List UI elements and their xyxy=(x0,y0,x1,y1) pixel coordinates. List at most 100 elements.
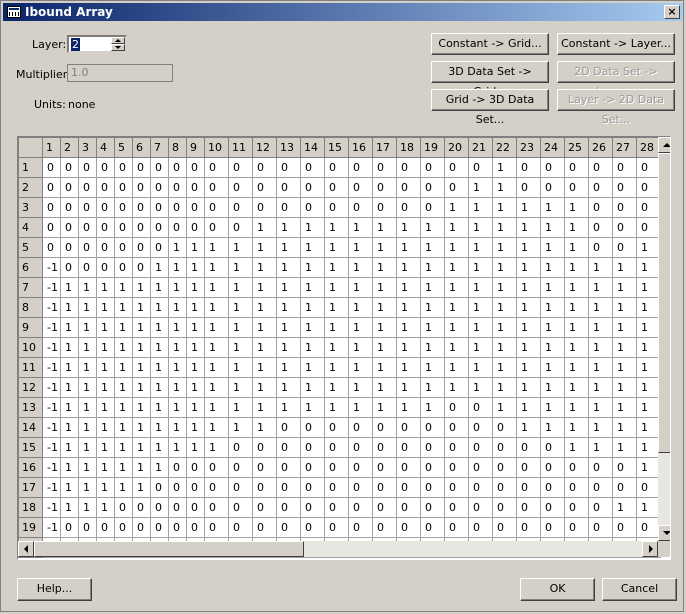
grid-cell[interactable]: 0 xyxy=(276,457,301,478)
grid-cell[interactable]: 1 xyxy=(96,457,115,478)
grid-cell[interactable]: 0 xyxy=(372,417,397,438)
grid-cell[interactable]: 0 xyxy=(96,517,115,538)
grid-cell[interactable]: 1 xyxy=(348,237,373,258)
grid-cell[interactable]: 0 xyxy=(468,497,493,518)
horizontal-scroll-thumb[interactable] xyxy=(34,541,304,557)
row-header[interactable]: 10 xyxy=(18,337,43,358)
grid-cell[interactable]: 1 xyxy=(78,397,97,418)
grid-cell[interactable]: 0 xyxy=(588,497,613,518)
row-header[interactable]: 15 xyxy=(18,437,43,458)
grid-cell[interactable]: 1 xyxy=(636,417,661,438)
grid-cell[interactable]: 1 xyxy=(78,297,97,318)
grid-cell[interactable]: 1 xyxy=(132,377,151,398)
grid-cell[interactable]: 1 xyxy=(78,457,97,478)
grid-cell[interactable]: 0 xyxy=(588,177,613,198)
grid-cell[interactable]: 0 xyxy=(420,517,445,538)
grid-cell[interactable]: 1 xyxy=(564,197,589,218)
grid-cell[interactable]: 0 xyxy=(300,517,325,538)
grid-cell[interactable]: 1 xyxy=(588,317,613,338)
row-header[interactable]: 7 xyxy=(18,277,43,298)
grid-cell[interactable]: 1 xyxy=(468,217,493,238)
grid-cell[interactable]: 0 xyxy=(186,197,205,218)
grid-cell[interactable]: 1 xyxy=(132,457,151,478)
grid-cell[interactable]: -1 xyxy=(42,357,61,378)
grid-cell[interactable]: -1 xyxy=(42,437,61,458)
horizontal-scrollbar[interactable] xyxy=(18,541,658,557)
grid-cell[interactable]: 1 xyxy=(540,297,565,318)
grid-cell[interactable]: 1 xyxy=(114,297,133,318)
grid-cell[interactable]: 1 xyxy=(186,297,205,318)
grid-cell[interactable]: 1 xyxy=(186,237,205,258)
grid-cell[interactable]: 0 xyxy=(228,217,253,238)
grid-cell[interactable]: 0 xyxy=(636,197,661,218)
grid-cell[interactable]: 1 xyxy=(612,377,637,398)
column-header[interactable]: 20 xyxy=(444,137,469,158)
grid-cell[interactable]: 0 xyxy=(42,157,61,178)
grid-cell[interactable]: 1 xyxy=(492,317,517,338)
grid-cell[interactable]: 0 xyxy=(42,197,61,218)
grid-cell[interactable]: 1 xyxy=(396,397,421,418)
grid-cell[interactable]: 0 xyxy=(348,437,373,458)
grid-cell[interactable]: 1 xyxy=(564,237,589,258)
grid-cell[interactable]: 1 xyxy=(252,217,277,238)
grid-cell[interactable]: 0 xyxy=(444,477,469,498)
grid-cell[interactable]: 0 xyxy=(168,157,187,178)
grid-cell[interactable]: 0 xyxy=(60,197,79,218)
grid-cell[interactable]: 1 xyxy=(186,257,205,278)
grid-cell[interactable]: 0 xyxy=(300,437,325,458)
grid-cell[interactable]: 0 xyxy=(564,477,589,498)
column-header[interactable]: 17 xyxy=(372,137,397,158)
grid-cell[interactable]: 0 xyxy=(300,417,325,438)
grid-cell[interactable]: 1 xyxy=(492,397,517,418)
grid-cell[interactable]: 0 xyxy=(60,157,79,178)
grid-cell[interactable]: 0 xyxy=(516,457,541,478)
grid-cell[interactable]: 1 xyxy=(300,257,325,278)
grid-cell[interactable]: 0 xyxy=(300,457,325,478)
vertical-scrollbar[interactable] xyxy=(658,137,670,541)
grid-cell[interactable]: 1 xyxy=(348,317,373,338)
grid-cell[interactable]: 1 xyxy=(372,377,397,398)
grid-cell[interactable]: 1 xyxy=(564,277,589,298)
grid-cell[interactable]: 1 xyxy=(324,277,349,298)
grid-cell[interactable]: 0 xyxy=(300,477,325,498)
grid-cell[interactable]: 1 xyxy=(540,357,565,378)
grid-cell[interactable]: 0 xyxy=(468,517,493,538)
grid-cell[interactable]: 1 xyxy=(612,357,637,378)
grid-cell[interactable]: 0 xyxy=(612,157,637,178)
grid-cell[interactable]: 0 xyxy=(78,177,97,198)
grid-cell[interactable]: 1 xyxy=(132,397,151,418)
grid-cell[interactable]: 0 xyxy=(60,177,79,198)
column-header[interactable]: 12 xyxy=(252,137,277,158)
grid-cell[interactable]: 1 xyxy=(612,317,637,338)
grid-cell[interactable]: 1 xyxy=(468,317,493,338)
column-header[interactable]: 18 xyxy=(396,137,421,158)
grid-cell[interactable]: 1 xyxy=(372,317,397,338)
grid-cell[interactable]: 0 xyxy=(588,457,613,478)
grid-cell[interactable]: 1 xyxy=(324,337,349,358)
grid-cell[interactable]: 0 xyxy=(444,457,469,478)
grid-cell[interactable]: 0 xyxy=(396,437,421,458)
grid-cell[interactable]: 0 xyxy=(540,437,565,458)
grid-cell[interactable]: 0 xyxy=(78,197,97,218)
row-header[interactable]: 8 xyxy=(18,297,43,318)
grid-cell[interactable]: 0 xyxy=(276,517,301,538)
grid-cell[interactable]: 1 xyxy=(150,257,169,278)
grid-cell[interactable]: 1 xyxy=(324,257,349,278)
grid-cell[interactable]: 1 xyxy=(78,337,97,358)
grid-cell[interactable]: 1 xyxy=(588,437,613,458)
grid-cell[interactable]: 1 xyxy=(420,257,445,278)
grid-cell[interactable]: 1 xyxy=(276,337,301,358)
grid-cell[interactable]: 1 xyxy=(168,317,187,338)
column-header[interactable]: 23 xyxy=(516,137,541,158)
grid-cell[interactable]: 1 xyxy=(132,337,151,358)
grid-cell[interactable]: 1 xyxy=(204,257,229,278)
grid-cell[interactable]: 1 xyxy=(60,457,79,478)
spin-up-icon[interactable] xyxy=(111,37,125,44)
grid-cell[interactable]: 1 xyxy=(276,217,301,238)
column-header[interactable]: 6 xyxy=(132,137,151,158)
grid-cell[interactable]: 0 xyxy=(252,477,277,498)
column-header[interactable]: 10 xyxy=(204,137,229,158)
column-header[interactable]: 28 xyxy=(636,137,661,158)
grid-cell[interactable]: 1 xyxy=(540,277,565,298)
grid-cell[interactable]: 1 xyxy=(372,257,397,278)
